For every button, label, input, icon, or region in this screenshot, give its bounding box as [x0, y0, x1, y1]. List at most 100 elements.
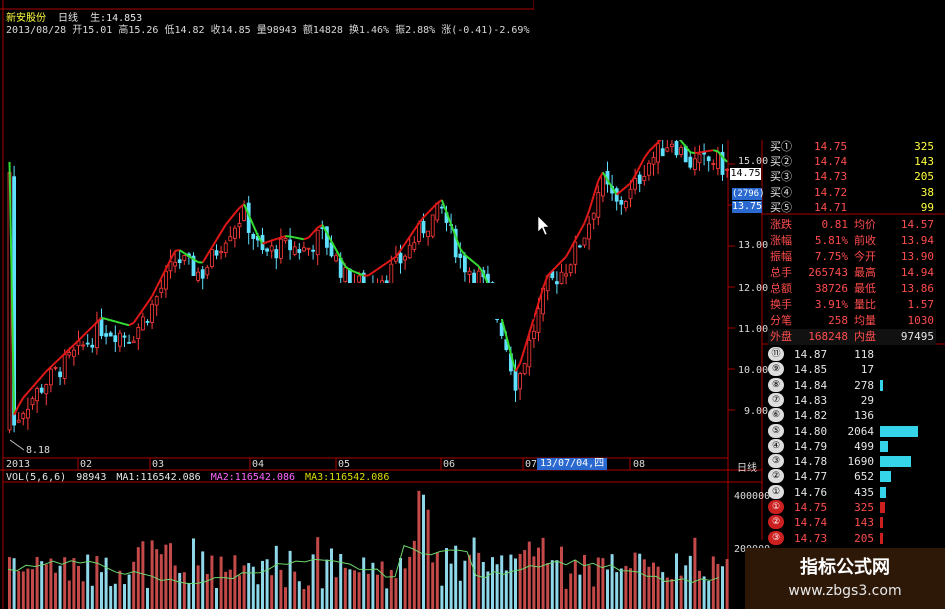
- volume-bar: [196, 565, 200, 609]
- tick-row[interactable]: ⑤ 14.80 2064: [768, 423, 918, 439]
- tick-volume: 325: [854, 501, 874, 514]
- vol-ma3: MA3:116542.086: [305, 472, 390, 483]
- volume-bar: [150, 540, 154, 609]
- candle-body: [150, 303, 155, 323]
- candle-body: [223, 242, 228, 253]
- ma-segment: [703, 149, 709, 153]
- volume-bar: [81, 581, 85, 609]
- stat-value-right: 1030: [907, 314, 935, 327]
- volume-bar: [385, 588, 389, 609]
- candle-body: [591, 212, 596, 220]
- volume-bar: [210, 555, 214, 609]
- volume-bar: [233, 555, 237, 609]
- volume-bar: [546, 562, 550, 609]
- ma-segment: [86, 326, 94, 333]
- candle-body: [582, 237, 587, 246]
- candle-body: [53, 366, 58, 369]
- low-marker-label: 8.18: [26, 445, 51, 456]
- order-book-row[interactable]: 买③ 14.73 205: [768, 169, 936, 184]
- tick-volume-bar: [880, 440, 888, 452]
- volume-bar: [573, 560, 577, 609]
- candle-body: [35, 388, 39, 402]
- tick-row[interactable]: ① 14.75 325: [768, 500, 918, 515]
- candle-body: [674, 141, 679, 156]
- volume-bar: [380, 561, 384, 609]
- volume-indicator-header: VOL(5,6,6) 98943 MA1:116542.086 MA2:1165…: [6, 472, 389, 483]
- volume-bar: [86, 554, 90, 609]
- tick-row[interactable]: ① 14.76 435: [768, 484, 918, 500]
- volume-bar: [90, 585, 94, 609]
- volume-bar: [514, 558, 517, 609]
- candle-body: [30, 398, 35, 406]
- volume-bar: [684, 565, 688, 609]
- tick-row[interactable]: ⑦ 14.83 29: [768, 392, 918, 408]
- tick-index-badge: ⑪: [768, 347, 784, 361]
- tick-row[interactable]: ⑨ 14.85 17: [768, 362, 918, 377]
- volume-bar: [569, 573, 573, 609]
- volume-bar: [215, 588, 218, 609]
- tick-row[interactable]: ③ 14.73 205: [768, 530, 918, 546]
- volume-bars: [7, 490, 729, 609]
- tick-index-badge: ④: [768, 438, 784, 453]
- volume-bar: [274, 545, 278, 609]
- candle-body: [578, 245, 582, 248]
- ma-segment: [220, 224, 227, 233]
- candle-body: [407, 244, 412, 259]
- ma-segment: [50, 361, 57, 368]
- order-book-row[interactable]: 买② 14.74 143: [768, 154, 936, 169]
- volume-bar: [288, 550, 292, 609]
- volume-bar: [578, 574, 582, 609]
- candle-body: [108, 332, 113, 337]
- volume-bar: [63, 557, 67, 609]
- tick-row[interactable]: ⑪ 14.87 118: [768, 347, 918, 362]
- volume-bar: [40, 561, 44, 609]
- volume-bar: [330, 548, 333, 609]
- ma-segment: [31, 381, 38, 388]
- volume-bar: [320, 588, 324, 609]
- price-label-13: 13.00: [738, 240, 769, 251]
- stat-value-left: 258: [828, 314, 848, 327]
- candle-body: [518, 373, 522, 390]
- stat-key-left: 涨幅: [770, 234, 792, 247]
- volume-bar: [205, 573, 209, 609]
- order-book-row[interactable]: 买④ 14.72 38: [768, 185, 936, 200]
- volume-bar: [619, 568, 623, 609]
- ma-segment: [583, 210, 591, 224]
- candle-body: [154, 296, 159, 306]
- candle-body: [564, 273, 568, 277]
- vol-axis-400000: 400000: [734, 491, 771, 502]
- ma-segment: [110, 319, 116, 323]
- stat-value-right: 13.86: [900, 282, 934, 295]
- candle-body: [127, 341, 131, 344]
- order-book-row[interactable]: 买① 14.75 325: [768, 139, 936, 154]
- ma-segment: [372, 268, 379, 274]
- volume-bar: [228, 569, 232, 609]
- order-book-row[interactable]: 买⑤ 14.71 99: [768, 200, 936, 215]
- tick-row[interactable]: ⑥ 14.82 136: [768, 408, 918, 423]
- ma-segment: [224, 218, 232, 226]
- tick-index-badge: ②: [768, 469, 784, 484]
- tick-row[interactable]: ② 14.74 143: [768, 515, 918, 530]
- candle-body: [85, 342, 90, 345]
- tick-row[interactable]: ③ 14.78 1690: [768, 454, 918, 469]
- tick-volume-bar: [880, 517, 883, 529]
- tick-index-badge: ①: [768, 500, 784, 514]
- tick-volume-bar: [880, 502, 886, 513]
- tick-row[interactable]: ④ 14.79 499: [768, 438, 918, 454]
- ma-segment: [124, 323, 130, 327]
- volume-bar: [716, 564, 720, 609]
- volume-bar: [468, 554, 471, 609]
- volume-bar: [458, 580, 462, 609]
- tick-row[interactable]: ⑧ 14.84 278: [768, 377, 918, 393]
- stat-key-left: 换手: [770, 298, 792, 311]
- watermark-logo: 指标公式网 www.zbgs3.com: [745, 548, 945, 609]
- stat-value-left: 0.81: [821, 218, 849, 231]
- tick-price: 14.85: [794, 363, 828, 377]
- candle-body: [237, 223, 242, 228]
- stat-value-right: 13.90: [900, 250, 934, 263]
- candle-body: [596, 192, 601, 218]
- tick-row[interactable]: ② 14.77 652: [768, 469, 918, 484]
- candle-body: [555, 281, 559, 285]
- ma-segment: [468, 257, 475, 264]
- volume-bar: [642, 559, 646, 609]
